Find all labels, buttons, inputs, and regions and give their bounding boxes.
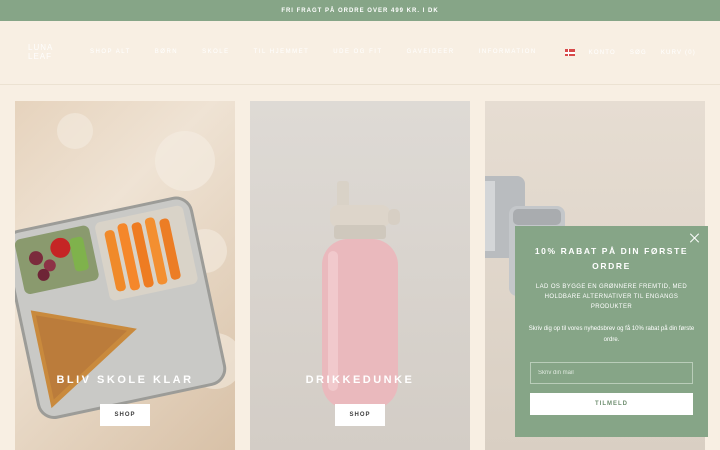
nav-item-skole[interactable]: SKOLE [202,49,230,55]
cart-link[interactable]: KURV (0) [661,50,696,56]
nav-item-boern[interactable]: BØRN [155,49,178,55]
account-link[interactable]: KONTO [589,50,616,56]
card-title: DRIKKEDUNKE [305,374,415,386]
email-field[interactable] [530,362,693,384]
popup-text: Skriv dig op til vores nyhedsbrev og få … [528,326,695,343]
header-utilities: KONTO SØG KURV (0) [564,49,696,56]
promo-card-school[interactable]: BLIV SKOLE KLAR SHOP [15,101,235,450]
nav-item-information[interactable]: INFORMATION [479,49,537,55]
popup-title: 10% RABAT PÅ DIN FØRSTE ORDRE [534,246,689,271]
card-title: BLIV SKOLE KLAR [56,374,194,386]
main-nav: SHOP ALT BØRN SKOLE TIL HJEMMET UDE OG F… [90,49,537,55]
nav-item-til-hjemmet[interactable]: TIL HJEMMET [254,49,310,55]
close-icon[interactable] [690,233,700,243]
flag-icon[interactable] [564,49,575,56]
shop-button[interactable]: SHOP [100,404,150,426]
promo-card-bottles[interactable]: DRIKKEDUNKE SHOP [250,101,470,450]
site-header: LUNA LEAF SHOP ALT BØRN SKOLE TIL HJEMME… [0,21,720,85]
subscribe-button[interactable]: TILMELD [530,393,693,415]
nav-item-ude-og-fit[interactable]: UDE OG FIT [333,49,382,55]
newsletter-popup: 10% RABAT PÅ DIN FØRSTE ORDRE LAD OS BYG… [515,226,708,437]
search-link[interactable]: SØG [630,50,647,56]
nav-item-shop-alt[interactable]: SHOP ALT [90,49,131,55]
shop-button[interactable]: SHOP [335,404,385,426]
nav-item-gaveideer[interactable]: GAVEIDEER [407,49,455,55]
bottle-image [322,181,400,409]
logo[interactable]: LUNA LEAF [28,43,72,63]
lunchbox-image [15,113,235,419]
announcement-bar: FRI FRAGT PÅ ORDRE OVER 499 KR. I DK [0,0,720,21]
popup-subtitle: LAD OS BYGGE EN GRØNNERE FREMTID, MED HO… [535,284,688,310]
